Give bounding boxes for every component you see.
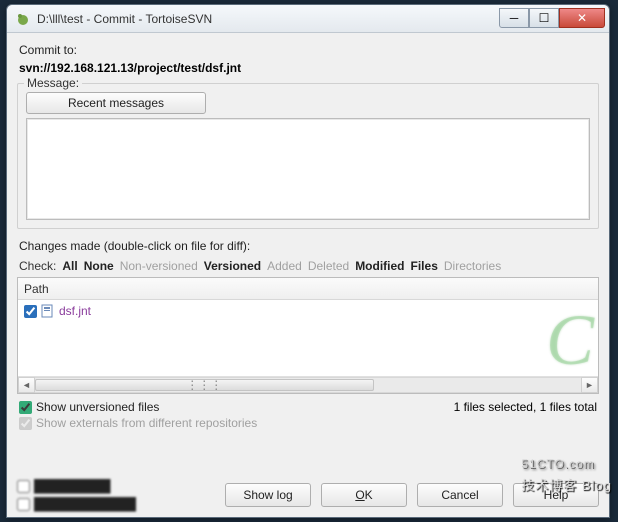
cancel-button[interactable]: Cancel <box>417 483 503 507</box>
selection-status: 1 files selected, 1 files total <box>454 400 597 414</box>
status-row: Show unversioned files 1 files selected,… <box>19 400 597 414</box>
footer-left-blurred: █████████ ████████████ <box>17 479 215 511</box>
window-controls: ─ ☐ ✕ <box>499 8 605 28</box>
client-area: Commit to: svn://192.168.121.13/project/… <box>7 33 609 517</box>
message-legend: Message: <box>24 76 82 90</box>
dialog-footer: █████████ ████████████ Show log OK Cance… <box>17 471 599 511</box>
commit-to-url: svn://192.168.121.13/project/test/dsf.jn… <box>19 61 599 75</box>
window-title: D:\lll\test - Commit - TortoiseSVN <box>37 12 493 26</box>
changes-label: Changes made (double-click on file for d… <box>19 239 599 253</box>
filter-files[interactable]: Files <box>411 259 438 273</box>
filter-none[interactable]: None <box>84 259 114 273</box>
column-path: Path <box>24 282 49 296</box>
filter-row: Check: All None Non-versioned Versioned … <box>19 259 597 273</box>
scroll-right-arrow[interactable]: ► <box>581 377 598 393</box>
filter-versioned[interactable]: Versioned <box>204 259 261 273</box>
file-name: dsf.jnt <box>59 304 91 318</box>
horizontal-scrollbar[interactable]: ◄ ⋮⋮⋮ ► <box>18 376 598 393</box>
show-log-button[interactable]: Show log <box>225 483 311 507</box>
filter-directories[interactable]: Directories <box>444 259 501 273</box>
filter-nonversioned[interactable]: Non-versioned <box>120 259 198 273</box>
show-externals-label: Show externals from different repositori… <box>36 416 257 430</box>
file-check[interactable] <box>24 305 37 318</box>
show-unversioned-input[interactable] <box>19 401 32 414</box>
filter-deleted[interactable]: Deleted <box>308 259 349 273</box>
scroll-thumb[interactable]: ⋮⋮⋮ <box>35 379 374 391</box>
file-list: Path dsf.jnt C ◄ ⋮⋮⋮ ► <box>17 277 599 394</box>
file-row[interactable]: dsf.jnt <box>24 304 592 318</box>
tortoisesvn-icon <box>15 11 31 27</box>
commit-to-label: Commit to: <box>19 43 599 57</box>
file-list-body[interactable]: dsf.jnt C <box>18 300 598 376</box>
check-label: Check: <box>19 259 56 273</box>
show-externals-input <box>19 417 32 430</box>
minimize-button[interactable]: ─ <box>499 8 529 28</box>
ok-button[interactable]: OK <box>321 483 407 507</box>
filter-added[interactable]: Added <box>267 259 302 273</box>
close-button[interactable]: ✕ <box>559 8 605 28</box>
scroll-left-arrow[interactable]: ◄ <box>18 377 35 393</box>
recent-messages-button[interactable]: Recent messages <box>26 92 206 114</box>
filter-all[interactable]: All <box>62 259 77 273</box>
commit-dialog: D:\lll\test - Commit - TortoiseSVN ─ ☐ ✕… <box>6 4 610 518</box>
titlebar[interactable]: D:\lll\test - Commit - TortoiseSVN ─ ☐ ✕ <box>7 5 609 33</box>
file-list-header[interactable]: Path <box>18 278 598 300</box>
show-unversioned-checkbox[interactable]: Show unversioned files <box>19 400 159 414</box>
scroll-track[interactable]: ⋮⋮⋮ <box>35 377 581 393</box>
show-externals-checkbox: Show externals from different repositori… <box>19 416 597 430</box>
file-modified-icon <box>41 304 55 318</box>
message-group: Message: Recent messages <box>17 83 599 229</box>
maximize-button[interactable]: ☐ <box>529 8 559 28</box>
commit-message-textarea[interactable] <box>26 118 590 220</box>
filter-modified[interactable]: Modified <box>355 259 404 273</box>
show-unversioned-label: Show unversioned files <box>36 400 159 414</box>
help-button[interactable]: Help <box>513 483 599 507</box>
